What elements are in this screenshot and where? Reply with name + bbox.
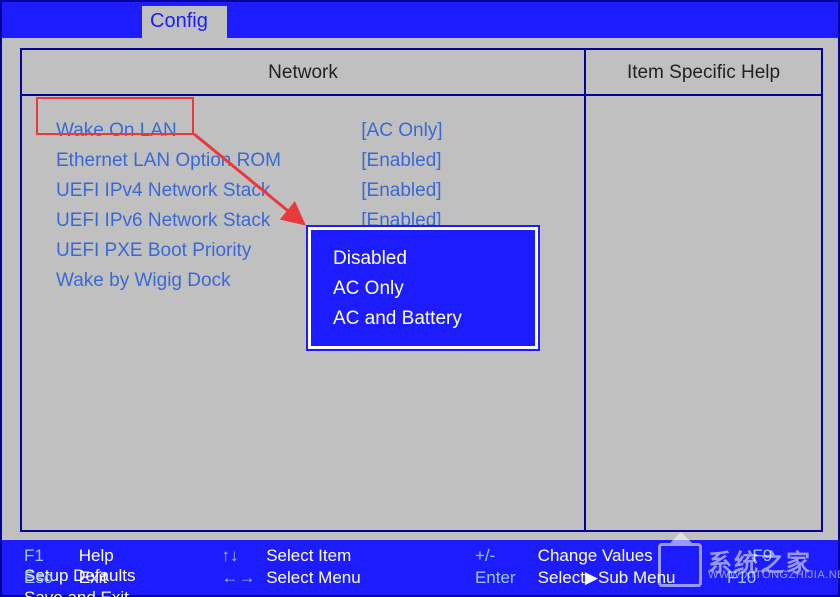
setting-value[interactable]: [AC Only] [361,116,442,146]
key-esc: Esc [24,568,74,588]
setting-label: Wake On LAN [56,116,356,146]
hint-submenu: Sub Menu [598,568,676,587]
hint-select-item: Select Item [266,546,470,566]
help-panel: Item Specific Help [584,50,821,530]
setting-ethernet-rom[interactable]: Ethernet LAN Option ROM [Enabled] [56,146,574,176]
key-f10: F10 [727,568,762,588]
help-title: Item Specific Help [586,50,821,96]
bios-screen: Config Network Wake On LAN [AC Only] Eth… [0,0,840,597]
key-enter: Enter [475,568,533,588]
setting-value[interactable]: [Enabled] [361,146,441,176]
setting-value[interactable]: [Enabled] [361,176,441,206]
key-updown: ↑↓ [221,546,261,566]
help-body [586,96,821,116]
footer-bar: F1 Help ↑↓ Select Item +/- Change Values… [2,540,838,595]
setting-label: Ethernet LAN Option ROM [56,146,356,176]
hint-select: Select [538,568,585,587]
key-f9: F9 [752,546,787,566]
header-bar: Config [2,2,838,38]
hint-select-menu: Select Menu [266,568,470,588]
hint-select-submenu: Select▶Sub Menu [538,568,676,588]
option-ac-only[interactable]: AC Only [333,274,529,304]
key-plusminus: +/- [475,546,533,566]
hint-save-exit: Save and Exit [24,588,129,597]
key-leftright: ←→ [221,568,261,588]
setting-uefi-ipv4[interactable]: UEFI IPv4 Network Stack [Enabled] [56,176,574,206]
panel-title: Network [22,50,584,96]
option-disabled[interactable]: Disabled [333,244,529,274]
triangle-right-icon: ▶ [585,568,598,587]
hint-help: Help [79,546,217,566]
key-f1: F1 [24,546,74,566]
setting-wake-on-lan[interactable]: Wake On LAN [AC Only] [56,116,574,146]
option-ac-and-battery[interactable]: AC and Battery [333,304,529,334]
hint-exit: Exit [79,568,217,588]
tab-config[interactable]: Config [142,6,227,38]
hint-change-values: Change Values [538,546,748,566]
value-popup: Disabled AC Only AC and Battery [308,227,538,349]
setting-label: UEFI IPv4 Network Stack [56,176,356,206]
